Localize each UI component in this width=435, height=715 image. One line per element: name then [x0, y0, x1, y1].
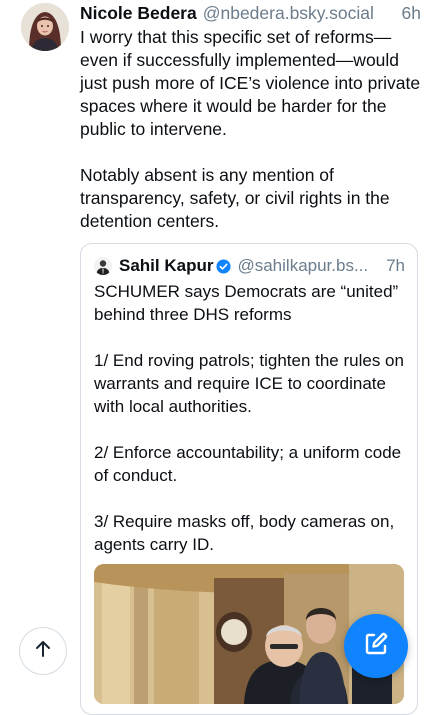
verified-check-icon: [216, 258, 231, 274]
scroll-to-top-button[interactable]: [19, 627, 67, 675]
post-text: I worry that this specific set of reform…: [80, 27, 421, 231]
compose-button[interactable]: [344, 614, 408, 678]
author-handle[interactable]: @nbedera.bsky.social: [203, 3, 374, 24]
quoted-author-name: Sahil Kapur: [119, 256, 214, 275]
author-name[interactable]: Nicole Bedera: [80, 3, 197, 24]
post[interactable]: Nicole Bedera @nbedera.bsky.social 6h I …: [0, 0, 435, 715]
arrow-up-icon: [33, 639, 53, 664]
compose-pencil-icon: [361, 629, 391, 664]
author-avatar[interactable]: [21, 3, 69, 51]
quoted-post-header: Sahil Kapur @sahilkapur.bs... 7h: [94, 255, 405, 277]
quoted-post-timestamp: 7h: [386, 256, 405, 275]
quoted-post-text: SCHUMER says Democrats are “united” behi…: [94, 282, 404, 554]
quoted-author-handle: @sahilkapur.bs...: [237, 256, 369, 275]
post-header: Nicole Bedera @nbedera.bsky.social 6h: [80, 1, 421, 25]
post-timestamp[interactable]: 6h: [402, 3, 421, 24]
quoted-author-avatar: [94, 257, 112, 275]
